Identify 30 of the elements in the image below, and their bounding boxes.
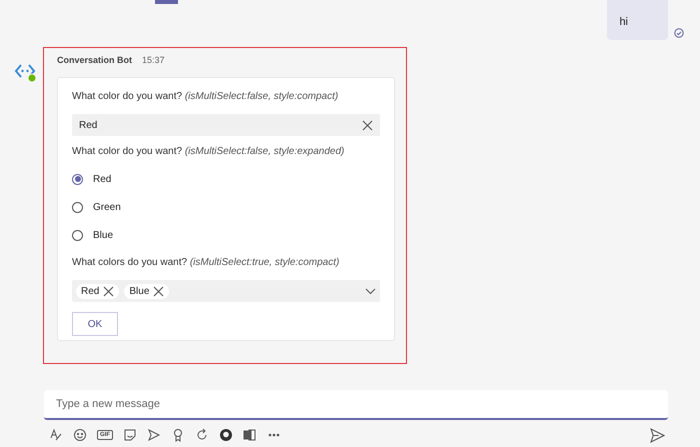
radio-button[interactable]	[72, 174, 83, 184]
remove-icon[interactable]	[103, 286, 114, 296]
ok-button[interactable]: OK	[72, 312, 118, 336]
selection-chip[interactable]: Red	[76, 284, 120, 298]
radio-label[interactable]: Green	[93, 202, 121, 212]
radio-button[interactable]	[72, 230, 83, 240]
multiselect-field[interactable]: Red Blue	[72, 280, 380, 302]
message-bubble: hi	[607, 0, 668, 40]
ribbon-icon[interactable]	[171, 428, 185, 442]
send-icon[interactable]	[650, 428, 665, 443]
format-icon[interactable]	[49, 428, 63, 442]
question-label: What color do you want? (isMultiSelect:false, style:compact)	[72, 91, 340, 102]
sticker-icon[interactable]	[123, 428, 137, 442]
clear-icon[interactable]	[362, 120, 373, 130]
question-label: What color do you want? (isMultiSelect:false, style:expanded)	[72, 146, 346, 157]
dropdown-field[interactable]: Red	[72, 114, 380, 136]
message-input[interactable]: Type a new message	[44, 390, 668, 420]
emoji-icon[interactable]	[73, 428, 87, 442]
question-label: What colors do you want? (isMultiSelect:true, style:compact)	[72, 257, 340, 268]
document-icon[interactable]	[243, 428, 257, 442]
send-outline-icon[interactable]	[147, 428, 161, 442]
refresh-icon[interactable]	[195, 428, 209, 442]
radio-button[interactable]	[72, 202, 83, 212]
selection-chip[interactable]: Blue	[124, 284, 170, 298]
remove-icon[interactable]	[153, 286, 164, 296]
chevron-down-icon[interactable]	[365, 288, 376, 294]
message-time: 15:37	[142, 55, 165, 65]
radio-label[interactable]: Blue	[93, 230, 114, 240]
radio-label[interactable]: Red	[93, 174, 112, 184]
sender-name: Conversation Bot	[57, 55, 132, 65]
